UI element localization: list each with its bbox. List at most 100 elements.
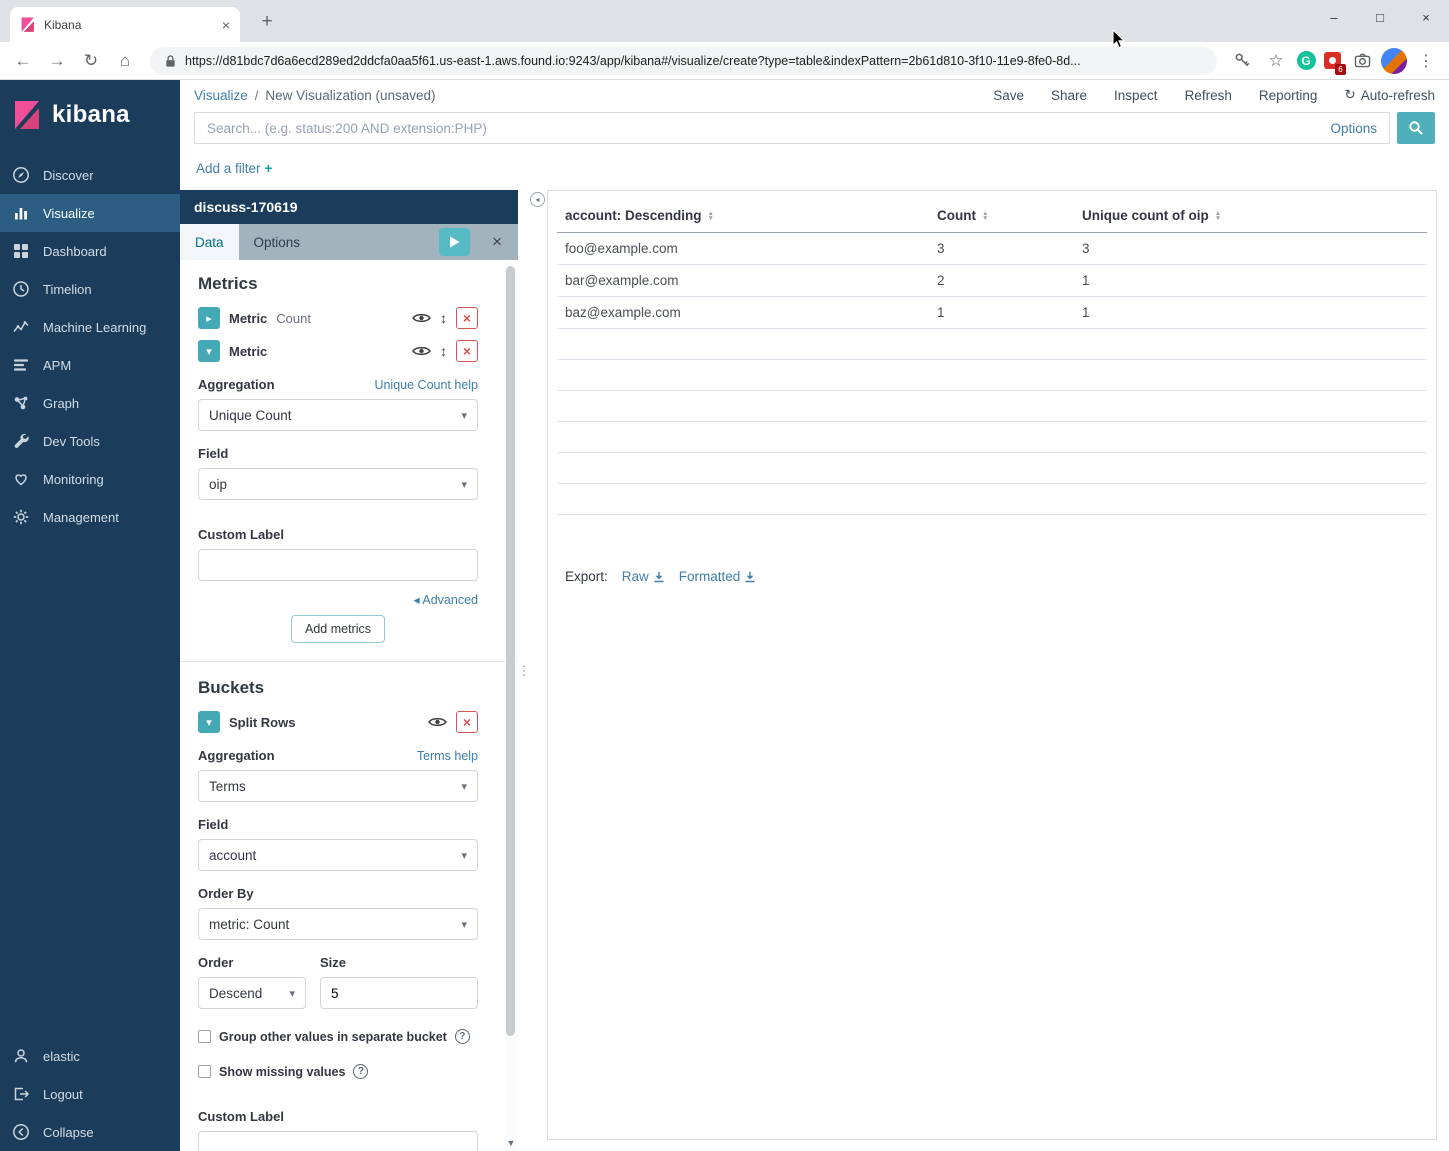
field-select[interactable]: oip ▾ [198,468,478,500]
column-header-account[interactable]: account: Descending ▲ ▼ [557,199,929,233]
browser-menu-icon[interactable]: ⋮ [1411,46,1441,76]
terms-help-link[interactable]: Terms help [417,749,478,763]
chevron-down-icon[interactable]: ▾ [198,340,220,362]
bucket-field-select[interactable]: account ▾ [198,839,478,871]
aggregation-help-link[interactable]: Unique Count help [374,378,478,392]
browser-tab[interactable]: Kibana × [10,7,240,42]
sidebar-item-timelion[interactable]: Timelion [0,270,180,308]
scrollbar-down-arrow[interactable]: ▼ [505,1137,517,1151]
grammarly-extension-icon[interactable]: G [1295,50,1317,72]
screenshot-camera-icon[interactable] [1347,46,1377,76]
table-row: foo@example.com 3 3 [557,232,1427,265]
disable-eye-icon[interactable] [428,716,447,728]
order-by-select[interactable]: metric: Count ▾ [198,908,478,940]
close-button[interactable]: × [1403,0,1449,36]
dashboard-grid-icon [14,244,28,258]
profile-avatar[interactable] [1381,47,1407,74]
collapse-editor-toggle[interactable]: ◂ [530,192,545,207]
search-submit-button[interactable] [1397,112,1435,144]
custom-label-input[interactable] [198,549,478,581]
breadcrumb-visualize-link[interactable]: Visualize [194,88,248,103]
password-key-icon[interactable] [1227,46,1257,76]
export-formatted-link[interactable]: Formatted [679,569,757,584]
data-table: account: Descending ▲ ▼ Count ▲ ▼ Unique cou… [557,199,1427,515]
remove-bucket-icon[interactable]: × [456,711,478,733]
sidebar-item-management[interactable]: Management [0,498,180,536]
metric-row-unique-count: ▾ Metric ↕ × [198,340,478,362]
advanced-toggle-link[interactable]: ◂ Advanced [413,592,478,607]
url-bar[interactable]: https://d81bdc7d6a6ecd289ed2ddcfa0aa5f61… [150,46,1217,75]
reorder-updown-icon[interactable]: ↕ [440,343,447,359]
refresh-button[interactable]: Refresh [1185,88,1232,103]
visualize-bar-chart-icon [15,208,27,220]
caret-down-icon: ▾ [289,987,295,1000]
bucket-aggregation-select[interactable]: Terms ▾ [198,770,478,802]
inspect-button[interactable]: Inspect [1114,88,1158,103]
maximize-button[interactable]: □ [1357,0,1403,36]
kibana-logo-text: kibana [52,101,130,128]
query-options-link[interactable]: Options [1330,121,1377,136]
table-cell: bar@example.com [557,264,929,297]
reporting-button[interactable]: Reporting [1259,88,1318,103]
tab-close-icon[interactable]: × [222,17,230,33]
bookmark-star-icon[interactable]: ☆ [1261,46,1291,76]
aggregation-select[interactable]: Unique Count ▾ [198,399,478,431]
sidebar-item-elastic-user[interactable]: elastic [0,1037,180,1075]
remove-metric-icon[interactable]: × [456,307,478,329]
group-other-checkbox[interactable] [198,1030,211,1043]
forward-button[interactable]: → [42,46,72,76]
url-text: https://d81bdc7d6a6ecd289ed2ddcfa0aa5f61… [185,53,1081,68]
reload-button[interactable]: ↻ [76,46,106,76]
disable-eye-icon[interactable] [412,312,431,324]
apply-changes-button[interactable] [439,228,470,256]
table-empty-row [557,390,1427,422]
sidebar-item-discover[interactable]: Discover [0,156,180,194]
caret-down-icon: ▾ [461,409,467,422]
reorder-updown-icon[interactable]: ↕ [440,310,447,326]
scrollbar-thumb[interactable] [506,266,515,1036]
help-question-icon[interactable]: ? [353,1064,369,1079]
extension-with-badge-icon[interactable]: 6 [1321,50,1346,75]
sidebar-item-logout[interactable]: Logout [0,1075,180,1113]
new-tab-button[interactable]: + [254,9,280,35]
order-select[interactable]: Descend ▾ [198,977,306,1009]
sidebar-item-dev-tools[interactable]: Dev Tools [0,422,180,460]
column-header-count[interactable]: Count ▲ ▼ [929,199,1074,233]
management-gear-icon [13,509,29,525]
save-button[interactable]: Save [993,88,1024,103]
editor-tabs: Data Options × [180,224,518,260]
chevron-right-icon[interactable]: ▸ [198,307,220,329]
sidebar-item-apm[interactable]: APM [0,346,180,384]
sidebar-item-machine-learning[interactable]: Machine Learning [0,308,180,346]
search-input[interactable] [207,120,1321,136]
sidebar-item-visualize[interactable]: Visualize [0,194,180,232]
sidebar-item-graph[interactable]: Graph [0,384,180,422]
home-button[interactable]: ⌂ [110,46,140,76]
add-metrics-button[interactable]: Add metrics [291,615,385,643]
sidebar-item-collapse[interactable]: Collapse [0,1113,180,1151]
tab-options[interactable]: Options [239,224,316,260]
sidebar-item-monitoring[interactable]: Monitoring [0,460,180,498]
window-controls: – □ × [1311,0,1449,36]
disable-eye-icon[interactable] [412,345,431,357]
chevron-down-icon[interactable]: ▾ [198,711,220,733]
size-input[interactable] [320,977,478,1009]
add-filter-link[interactable]: Add a filter + [196,161,272,176]
tab-data[interactable]: Data [180,224,239,260]
minimize-button[interactable]: – [1311,0,1357,36]
auto-refresh-button[interactable]: ↻ Auto-refresh [1344,87,1435,103]
export-raw-link[interactable]: Raw [622,569,665,584]
sidebar-item-dashboard[interactable]: Dashboard [0,232,180,270]
editor-panel-title: discuss-170619 [180,190,518,224]
metrics-heading: Metrics [198,274,258,293]
discard-changes-icon[interactable]: × [492,232,502,252]
bucket-custom-label-input[interactable] [198,1131,478,1151]
column-header-unique-count[interactable]: Unique count of oip ▲ ▼ [1074,199,1427,233]
help-question-icon[interactable]: ? [454,1029,470,1044]
panel-resize-handle[interactable]: ⋮ [518,190,531,1151]
share-button[interactable]: Share [1051,88,1087,103]
back-button[interactable]: ← [8,46,38,76]
show-missing-checkbox[interactable] [198,1065,211,1078]
remove-metric-icon[interactable]: × [456,340,478,362]
export-label: Export: [565,569,608,584]
